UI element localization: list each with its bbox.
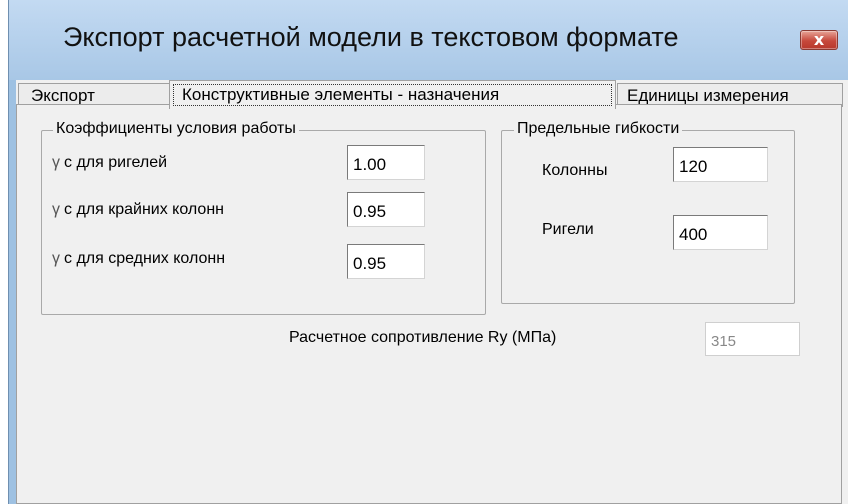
gamma-edge-columns-text: с для крайних колонн — [64, 201, 224, 218]
beams-slenderness-label: Ригели — [542, 221, 594, 238]
dialog-window: Экспорт расчетной модели в текстовом фор… — [8, 0, 848, 504]
group-slenderness: Предельные гибкости Колонны Ригели — [501, 120, 795, 304]
tab-page-structural-elements: Коэффициенты условия работы γс для ригел… — [16, 104, 842, 504]
gamma-symbol: γ — [52, 154, 60, 171]
group-slenderness-title: Предельные гибкости — [514, 120, 683, 138]
window-title: Экспорт расчетной модели в текстовом фор… — [63, 22, 679, 52]
group-work-coefficients: Коэффициенты условия работы γс для ригел… — [41, 120, 486, 315]
gamma-middle-columns-input[interactable] — [347, 244, 425, 279]
tab-structural-elements-label: Конструктивные элементы - назначения — [182, 85, 500, 104]
dialog-client-area: Экспорт Конструктивные элементы - назнач… — [16, 80, 848, 504]
tab-export-label: Экспорт — [31, 86, 95, 105]
design-resistance-label: Расчетное сопротивление Ry (МПа) — [289, 329, 557, 346]
close-button[interactable]: x — [800, 30, 838, 50]
gamma-edge-columns-input[interactable] — [347, 192, 425, 227]
design-resistance-input — [705, 322, 800, 356]
tab-structural-elements[interactable]: Конструктивные элементы - назначения — [169, 80, 616, 109]
group-work-coefficients-title: Коэффициенты условия работы — [53, 120, 299, 138]
gamma-middle-columns-label: γс для средних колонн — [52, 250, 225, 268]
close-icon: x — [813, 30, 825, 49]
columns-slenderness-input[interactable] — [673, 147, 768, 182]
gamma-middle-columns-text: с для средних колонн — [64, 250, 226, 267]
gamma-beams-text: с для ригелей — [64, 154, 168, 171]
gamma-beams-input[interactable] — [347, 145, 425, 180]
title-bar[interactable]: Экспорт расчетной модели в текстовом фор… — [9, 0, 848, 80]
beams-slenderness-input[interactable] — [673, 215, 768, 250]
tab-units-label: Единицы измерения — [627, 86, 789, 105]
gamma-beams-label: γс для ригелей — [52, 154, 167, 172]
gamma-edge-columns-label: γс для крайних колонн — [52, 201, 224, 219]
columns-slenderness-label: Колонны — [542, 162, 608, 179]
gamma-symbol: γ — [52, 201, 60, 218]
gamma-symbol: γ — [52, 250, 60, 267]
